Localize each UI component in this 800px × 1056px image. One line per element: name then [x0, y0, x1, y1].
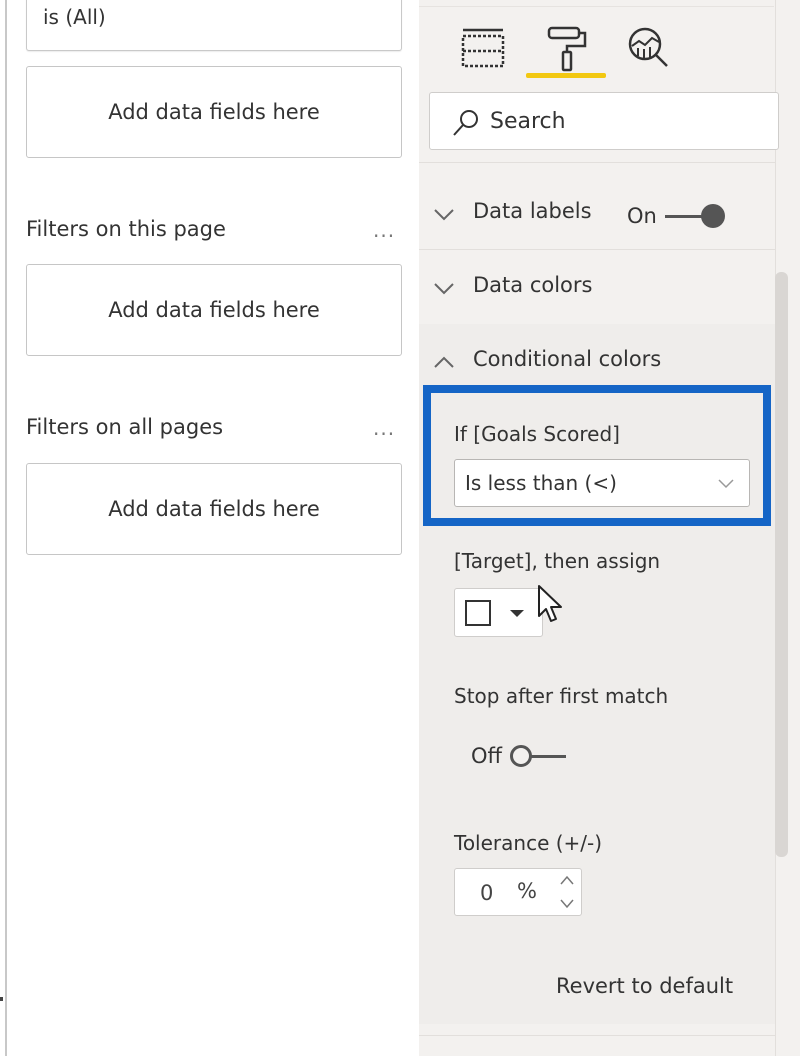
page-filters-more-button[interactable]: ...: [373, 218, 395, 242]
card-data-colors[interactable]: Data colors: [419, 255, 775, 325]
visual-filters-drop-zone[interactable]: Add data fields here: [26, 66, 402, 158]
format-pane: Data labels On Data colors Conditional c…: [419, 0, 800, 1056]
chevron-up-icon: [434, 356, 454, 368]
tab-analytics[interactable]: [625, 24, 673, 72]
divider: [419, 1035, 775, 1036]
chevron-down-icon: [718, 479, 734, 489]
mouse-cursor-icon: [538, 585, 562, 622]
assign-color-picker[interactable]: [454, 588, 543, 637]
search-input[interactable]: [490, 105, 760, 137]
filter-card[interactable]: is (All): [26, 0, 402, 51]
condition-label: If [Goals Scored]: [454, 422, 620, 446]
dropdown-value: Is less than (<): [465, 471, 617, 495]
filter-condition: is (All): [43, 5, 106, 29]
increment-chevron-up-icon[interactable]: [558, 873, 576, 887]
tolerance-unit: %: [517, 879, 537, 903]
toggle-track: [530, 754, 566, 758]
revert-to-default-link[interactable]: Revert to default: [556, 974, 733, 998]
target-label: [Target], then assign: [454, 549, 661, 573]
scrollbar[interactable]: [775, 272, 788, 857]
divider: [419, 162, 775, 163]
chevron-down-icon: [434, 209, 454, 221]
decrement-chevron-down-icon[interactable]: [558, 897, 576, 911]
filters-on-all-pages-title: Filters on all pages: [26, 415, 224, 439]
toggle-knob: [510, 745, 532, 767]
paint-roller-icon: [547, 26, 587, 72]
search-box[interactable]: [429, 92, 779, 150]
page-filters-drop-zone[interactable]: Add data fields here: [26, 264, 402, 356]
card-label: Conditional colors: [473, 347, 662, 371]
tolerance-stepper[interactable]: 0 %: [454, 868, 582, 916]
all-pages-filters-drop-zone[interactable]: Add data fields here: [26, 463, 402, 555]
edge-mark: [0, 997, 3, 1001]
toggle-track: [664, 214, 703, 218]
stop-after-first-match-toggle[interactable]: Off: [471, 740, 566, 772]
tolerance-label: Tolerance (+/-): [454, 831, 603, 855]
data-labels-toggle[interactable]: On: [627, 200, 725, 232]
divider: [419, 6, 774, 7]
tolerance-value[interactable]: 0: [480, 881, 493, 905]
toggle-knob: [700, 204, 725, 228]
divider: [419, 249, 775, 250]
card-label: Data labels: [473, 199, 592, 223]
toggle-state: On: [627, 204, 657, 228]
search-icon: [453, 110, 478, 136]
analytics-magnifier-icon: [628, 27, 668, 67]
filters-on-page-title: Filters on this page: [26, 217, 226, 241]
fields-grid-icon: [461, 28, 505, 68]
active-tab-indicator: [526, 73, 606, 78]
tab-fields[interactable]: [459, 24, 507, 72]
tab-format[interactable]: [543, 24, 591, 72]
toggle-state: Off: [471, 744, 502, 768]
filters-pane: is (All) Add data fields here Filters on…: [5, 0, 424, 1056]
color-swatch: [465, 600, 491, 626]
caret-down-icon: [510, 610, 524, 617]
chevron-down-icon: [434, 283, 454, 295]
all-pages-filters-more-button[interactable]: ...: [373, 416, 395, 440]
stop-after-first-match-label: Stop after first match: [454, 684, 669, 708]
card-label: Data colors: [473, 273, 593, 297]
condition-operator-dropdown[interactable]: Is less than (<): [454, 459, 750, 507]
